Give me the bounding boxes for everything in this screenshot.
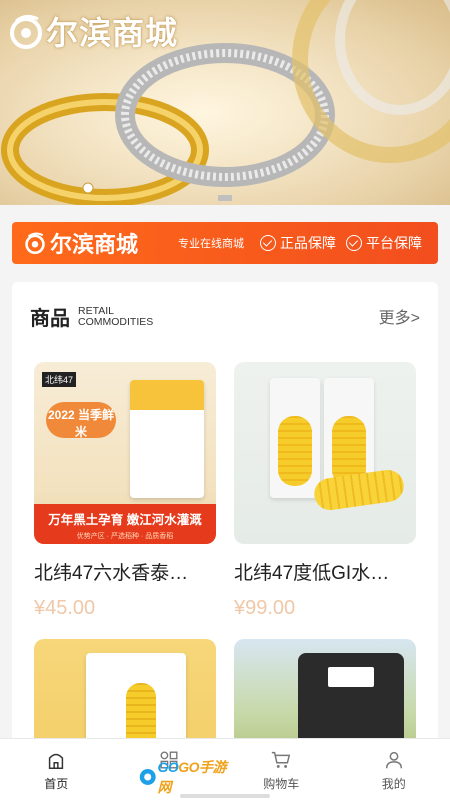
watermark-text: GOGO手游网 xyxy=(157,757,230,797)
subtitle-line-2: COMMODITIES xyxy=(78,315,154,328)
dragon-logo-icon xyxy=(25,232,45,255)
promo-logo-text: 尔滨商城 xyxy=(50,232,139,258)
gogo-watermark: GOGO手游网 xyxy=(138,759,230,795)
home-indicator xyxy=(180,794,270,798)
product-image[interactable] xyxy=(34,639,216,752)
products-section: 商品 RETAIL COMMODITIES 更多> 北纬47 2022 当季鲜米… xyxy=(12,282,438,752)
dragon-logo-icon xyxy=(10,14,42,49)
product-card[interactable] xyxy=(234,639,416,752)
more-link[interactable]: 更多> xyxy=(379,304,420,328)
tab-cart[interactable]: 购物车 xyxy=(225,739,338,800)
subtitle-line-1: RETAIL xyxy=(78,304,114,317)
section-subtitle: RETAIL COMMODITIES xyxy=(78,304,154,328)
season-tag: 2022 当季鲜米 xyxy=(46,402,116,439)
gogo-logo-icon xyxy=(139,769,156,785)
promo-tagline: 专业在线商城 xyxy=(178,238,245,250)
tab-label: 首页 xyxy=(44,777,69,791)
strip-text: 万年黑土孕育 嫩江河水灌溉 xyxy=(48,513,202,527)
banner-logo-text: 尔滨商城 xyxy=(46,14,179,52)
hero-banner[interactable]: 尔滨商城 xyxy=(0,0,450,205)
product-image[interactable] xyxy=(234,362,416,544)
promo-strip: 万年黑土孕育 嫩江河水灌溉 优势产区 · 严选稻种 · 品质香稻 xyxy=(34,504,216,544)
product-price: ¥45.00 xyxy=(34,597,96,619)
promo-bar: 尔滨商城 专业在线商城 正品保障 平台保障 xyxy=(12,222,438,264)
wm-part-a: GO xyxy=(157,759,179,775)
check-circle-icon xyxy=(260,235,277,251)
carousel-indicator[interactable] xyxy=(218,195,232,201)
cart-icon xyxy=(272,751,291,768)
tab-label: 购物车 xyxy=(263,777,300,791)
tab-mine[interactable]: 我的 xyxy=(338,739,450,800)
badge-label: 正品保障 xyxy=(280,235,337,251)
corn-pack xyxy=(270,378,320,498)
check-circle-icon xyxy=(346,235,363,251)
badge-label: 平台保障 xyxy=(366,235,423,251)
section-header: 商品 RETAIL COMMODITIES xyxy=(30,302,153,331)
rice-bag xyxy=(130,380,204,498)
home-icon xyxy=(49,753,64,769)
product-name[interactable]: 北纬47度低GI水… xyxy=(234,558,409,585)
brand-label: 北纬47 xyxy=(42,372,77,387)
product-card[interactable]: 北纬47 2022 当季鲜米 万年黑土孕育 嫩江河水灌溉 优势产区 · 严选稻种… xyxy=(34,362,216,620)
product-card[interactable]: 北纬47度低GI水… ¥99.00 xyxy=(234,362,416,620)
user-icon xyxy=(385,751,402,769)
product-image[interactable] xyxy=(234,639,416,752)
platform-guarantee-badge: 平台保障 xyxy=(346,233,422,253)
product-price: ¥99.00 xyxy=(234,597,296,619)
section-title: 商品 xyxy=(30,308,70,330)
banner-logo: 尔滨商城 xyxy=(6,8,178,54)
product-image[interactable]: 北纬47 2022 当季鲜米 万年黑土孕育 嫩江河水灌溉 优势产区 · 严选稻种… xyxy=(34,362,216,544)
product-name[interactable]: 北纬47六水香泰… xyxy=(34,558,209,585)
tab-label: 我的 xyxy=(381,777,406,791)
strip-subtext: 优势产区 · 严选稻种 · 品质香稻 xyxy=(76,533,174,540)
genuine-guarantee-badge: 正品保障 xyxy=(260,233,336,253)
product-card[interactable] xyxy=(34,639,216,752)
promo-logo: 尔滨商城 xyxy=(22,227,138,259)
tab-home[interactable]: 首页 xyxy=(0,739,113,800)
